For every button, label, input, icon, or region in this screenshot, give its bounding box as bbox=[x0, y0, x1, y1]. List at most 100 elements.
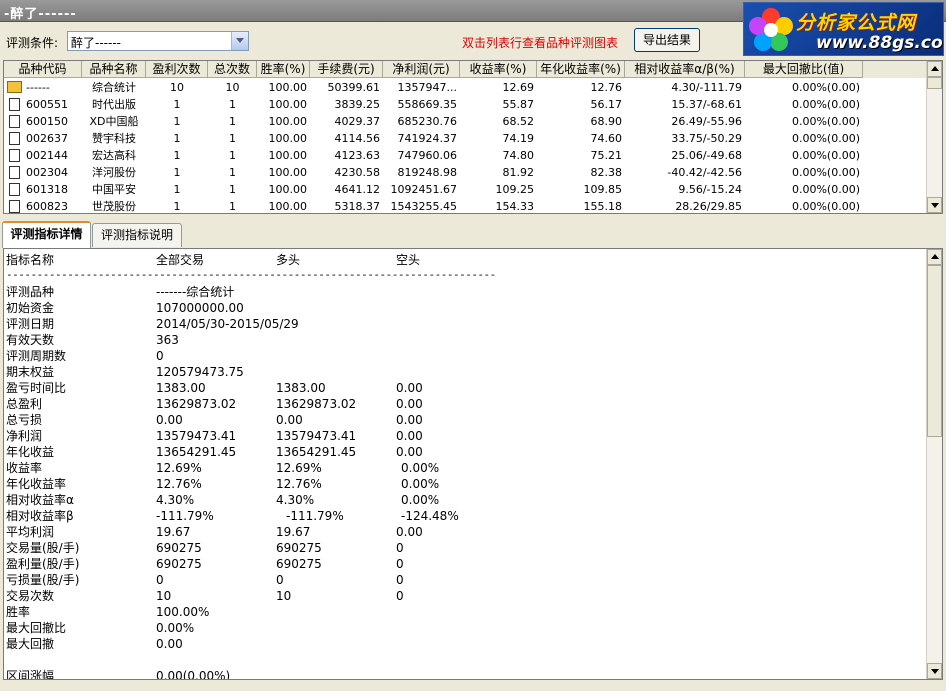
cell-return: 55.87 bbox=[502, 98, 535, 111]
detail-value-long: -111.79% bbox=[286, 509, 344, 523]
table-row[interactable]: 600551 时代出版 1 1 100.00 3839.25 558669.35 55.87 5… bbox=[4, 96, 928, 113]
detail-value-long: 1383.00 bbox=[276, 381, 326, 395]
table-scrollbar[interactable] bbox=[926, 61, 942, 213]
cell-annual-return: 75.21 bbox=[590, 149, 623, 162]
col-return[interactable]: 收益率(%) bbox=[460, 61, 537, 78]
scroll-down-icon[interactable] bbox=[927, 663, 942, 679]
condition-select[interactable]: 醉了------ bbox=[67, 31, 249, 51]
detail-label: 区间涨幅 bbox=[6, 669, 55, 680]
detail-row: 交易次数 10 10 0 bbox=[6, 588, 924, 604]
cell-total: 1 bbox=[229, 132, 236, 145]
detail-value-long: 12.69% bbox=[276, 461, 322, 475]
cell-return: 154.33 bbox=[495, 200, 535, 213]
cell-total: 10 bbox=[225, 81, 240, 94]
cell-fee: 5318.37 bbox=[334, 200, 381, 213]
cell-name: XD中国船 bbox=[89, 115, 139, 128]
detail-row: 盈亏时间比 1383.00 1383.00 0.00 bbox=[6, 380, 924, 396]
scroll-up-icon[interactable] bbox=[927, 249, 942, 265]
detail-value-short: 0.00% bbox=[401, 493, 440, 507]
cell-name: 宏达高科 bbox=[92, 149, 136, 162]
scroll-thumb[interactable] bbox=[927, 77, 942, 89]
export-button[interactable]: 导出结果 bbox=[634, 28, 700, 52]
table-row[interactable]: 002304 洋河股份 1 1 100.00 4230.58 819248.98 81.92 8… bbox=[4, 164, 928, 181]
table-row[interactable]: 601318 中国平安 1 1 100.00 4641.12 1092451.67 109.2… bbox=[4, 181, 928, 198]
detail-label: 有效天数 bbox=[6, 333, 55, 347]
col-relative-return[interactable]: 相对收益率α/β(%) bbox=[625, 61, 745, 78]
detail-row: 初始资金 107000000.00 bbox=[6, 300, 924, 316]
col-annual-return[interactable]: 年化收益率(%) bbox=[537, 61, 625, 78]
scroll-thumb[interactable] bbox=[927, 265, 942, 437]
cell-wins: 1 bbox=[173, 115, 181, 128]
table-row[interactable]: ------ 综合统计 10 10 100.00 50399.61 1357947... 12… bbox=[4, 79, 928, 96]
cell-total: 1 bbox=[229, 200, 236, 213]
detail-value-short: 0 bbox=[396, 589, 404, 603]
col-wins[interactable]: 盈利次数 bbox=[146, 61, 208, 78]
cell-total: 1 bbox=[229, 183, 236, 196]
detail-label: 初始资金 bbox=[6, 301, 55, 315]
detail-value-all: 0.00% bbox=[156, 621, 195, 635]
cell-winrate: 100.00 bbox=[268, 149, 308, 162]
cell-code: 600823 bbox=[26, 200, 68, 213]
detail-value-all: 100.00% bbox=[156, 605, 210, 619]
detail-value-all: 0.00 bbox=[156, 413, 183, 427]
detail-value-all: 0.00(0.00%) bbox=[156, 669, 231, 680]
detail-row: 交易量(股/手) 690275 690275 0 bbox=[6, 540, 924, 556]
table-row[interactable]: 002144 宏达高科 1 1 100.00 4123.63 747960.06 74.80 7… bbox=[4, 147, 928, 164]
cell-relative-return: 25.06/-49.68 bbox=[671, 149, 742, 162]
table-row[interactable]: 002637 赞宇科技 1 1 100.00 4114.56 741924.37 74.19 7… bbox=[4, 130, 928, 147]
detail-row: 年化收益率 12.76% 12.76% 0.00% bbox=[6, 476, 924, 492]
detail-label: 交易次数 bbox=[6, 589, 55, 603]
cell-max-drawdown: 0.00%(0.00) bbox=[791, 132, 860, 145]
scroll-up-icon[interactable] bbox=[927, 61, 942, 77]
detail-row: 收益率 12.69% 12.69% 0.00% bbox=[6, 460, 924, 476]
detail-value-long: 12.76% bbox=[276, 477, 322, 491]
site-logo: 分析家公式网 www.88gs.com bbox=[743, 2, 944, 56]
cell-name: 时代出版 bbox=[92, 98, 136, 111]
col-fee[interactable]: 手续费(元) bbox=[310, 61, 383, 78]
detail-value-long: 13579473.41 bbox=[276, 429, 357, 443]
cell-return: 74.80 bbox=[502, 149, 535, 162]
cell-name: 中国平安 bbox=[92, 183, 136, 196]
cell-net-profit: 1092451.67 bbox=[390, 183, 457, 196]
cell-relative-return: 28.26/29.85 bbox=[675, 200, 742, 213]
tab-indicator-details[interactable]: 评测指标详情 bbox=[2, 221, 91, 248]
detail-row: 胜率 100.00% bbox=[6, 604, 924, 620]
cell-return: 109.25 bbox=[495, 183, 535, 196]
table-row[interactable]: 600823 世茂股份 1 1 100.00 5318.37 1543255.45 154.3… bbox=[4, 198, 928, 213]
detail-label: 最大回撤 bbox=[6, 637, 55, 651]
cell-name: 综合统计 bbox=[92, 81, 136, 94]
col-total[interactable]: 总次数 bbox=[208, 61, 257, 78]
col-max-drawdown[interactable]: 最大回撤比(值) bbox=[745, 61, 863, 78]
col-code[interactable]: 品种代码 bbox=[4, 61, 82, 78]
chevron-down-icon[interactable] bbox=[231, 32, 248, 50]
scroll-down-icon[interactable] bbox=[927, 197, 942, 213]
detail-label: 总盈利 bbox=[6, 397, 43, 411]
cell-return: 68.52 bbox=[502, 115, 535, 128]
detail-scrollbar[interactable] bbox=[926, 249, 942, 679]
cell-net-profit: 1357947... bbox=[397, 81, 457, 94]
cell-annual-return: 12.76 bbox=[590, 81, 623, 94]
table-row[interactable]: 600150 XD中国船 1 1 100.00 4029.37 685230.76 68.52… bbox=[4, 113, 928, 130]
cell-winrate: 100.00 bbox=[268, 98, 308, 111]
cell-relative-return: 4.30/-111.79 bbox=[671, 81, 742, 94]
status-bar bbox=[0, 680, 946, 691]
detail-value-all: 12.76% bbox=[156, 477, 202, 491]
detail-value-short: 0.00 bbox=[396, 525, 423, 539]
detail-value-long: 690275 bbox=[276, 541, 322, 555]
detail-value-all: 107000000.00 bbox=[156, 301, 244, 315]
cell-net-profit: 1543255.45 bbox=[390, 200, 457, 213]
col-winrate[interactable]: 胜率(%) bbox=[257, 61, 310, 78]
col-name[interactable]: 品种名称 bbox=[82, 61, 146, 78]
cell-winrate: 100.00 bbox=[268, 200, 308, 213]
cell-max-drawdown: 0.00%(0.00) bbox=[791, 166, 860, 179]
detail-label: 评测周期数 bbox=[6, 349, 67, 363]
condition-label: 评测条件: bbox=[6, 36, 59, 50]
cell-fee: 50399.61 bbox=[327, 81, 381, 94]
tab-indicator-help[interactable]: 评测指标说明 bbox=[92, 223, 182, 247]
cell-wins: 1 bbox=[173, 132, 181, 145]
col-net-profit[interactable]: 净利润(元) bbox=[383, 61, 460, 78]
table-header: 品种代码 品种名称 盈利次数 总次数 胜率(%) 手续费(元) 净利润(元) 收… bbox=[4, 61, 928, 78]
cell-max-drawdown: 0.00%(0.00) bbox=[791, 183, 860, 196]
detail-divider: ----------------------------------------… bbox=[6, 268, 496, 281]
detail-value-all: 1383.00 bbox=[156, 381, 206, 395]
